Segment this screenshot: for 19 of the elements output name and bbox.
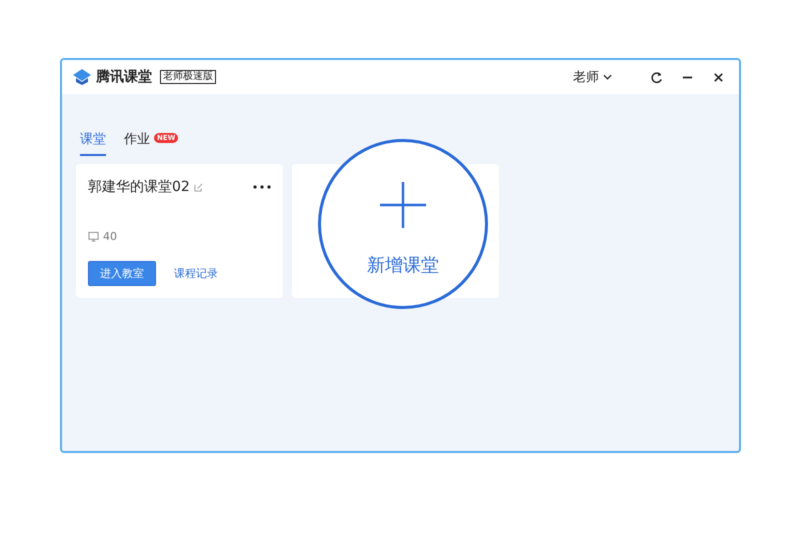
user-menu[interactable]: 老师 bbox=[573, 68, 612, 86]
edition-badge: 老师极速版 bbox=[160, 70, 216, 84]
screen-icon bbox=[88, 231, 99, 242]
more-icon[interactable] bbox=[253, 185, 271, 189]
app-name: 腾讯课堂 bbox=[96, 68, 152, 86]
add-class-highlight[interactable]: 新增课堂 bbox=[318, 139, 488, 309]
plus-icon bbox=[379, 181, 427, 229]
add-class-label: 新增课堂 bbox=[367, 254, 439, 277]
refresh-icon[interactable] bbox=[650, 70, 663, 84]
caret-icon bbox=[603, 74, 612, 80]
close-icon[interactable] bbox=[712, 70, 725, 84]
tab[interactable]: 课堂 bbox=[80, 130, 106, 156]
tab[interactable]: 作业 bbox=[124, 130, 150, 156]
enter-classroom-button[interactable]: 进入教室 bbox=[88, 261, 156, 286]
edit-icon[interactable] bbox=[194, 182, 203, 192]
course-records-link[interactable]: 课程记录 bbox=[174, 266, 218, 281]
logo-icon bbox=[72, 68, 92, 86]
class-title: 郭建华的课堂02 bbox=[88, 178, 190, 196]
student-count: 40 bbox=[103, 230, 117, 243]
